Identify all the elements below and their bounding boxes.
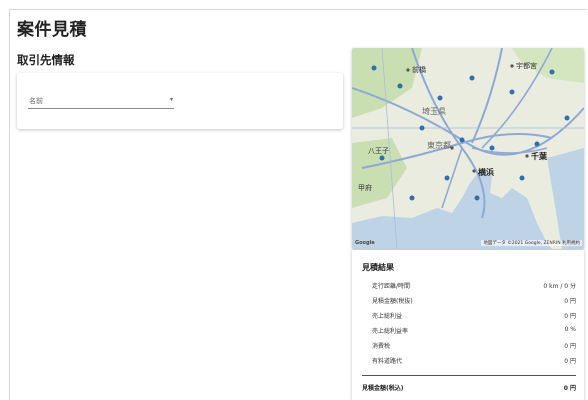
- map-highway-marker: [437, 95, 443, 101]
- map-highway-marker: [419, 125, 425, 131]
- map-highway-marker: [564, 115, 570, 121]
- results-divider: [362, 375, 576, 376]
- results-title: 見積結果: [362, 263, 394, 272]
- chevron-down-icon: ▾: [169, 96, 173, 103]
- map-highway-marker: [397, 83, 403, 89]
- map-label-saitama: 埼玉県: [422, 106, 446, 116]
- map-label-maebashi: 前橋: [412, 65, 426, 74]
- customer-section-title: 取引先情報: [17, 53, 75, 67]
- map-label-yokohama: 横浜: [478, 167, 494, 177]
- result-row-label: 見積金額(税抜): [372, 298, 413, 305]
- map-label-tokyo: 東京都: [427, 140, 451, 150]
- map-highway-marker: [371, 65, 377, 71]
- customer-card: 名前 ▾: [17, 73, 343, 129]
- result-row-estimate-excl-tax: 見積金額(税抜) 0 円: [372, 296, 576, 308]
- result-row-value: 0 円: [564, 358, 576, 365]
- map-highway-marker: [379, 155, 385, 161]
- result-total-incl-tax: 見積金額(税込) 0 円: [362, 383, 576, 395]
- map-label-kofu: 甲府: [358, 183, 372, 192]
- google-logo: Google: [355, 240, 375, 246]
- map-highway-marker: [409, 195, 415, 201]
- result-row-gross-margin: 売上総利益率 0 %: [372, 326, 576, 338]
- result-row-distance-time: 走行距離/時間 0 km / 0 分: [372, 281, 576, 293]
- result-row-label: 有料道路代: [372, 358, 403, 365]
- map-city-dot: [510, 64, 514, 68]
- result-row-toll: 有料道路代 0 円: [372, 356, 576, 368]
- map-canvas[interactable]: 前橋 宇都宮 埼玉県 東京都 八王子 千葉 横浜 甲府: [352, 48, 584, 249]
- estimate-results-card: 見積結果 走行距離/時間 0 km / 0 分 見積金額(税抜) 0 円 売上総…: [352, 250, 584, 400]
- map-highway-marker: [519, 175, 525, 181]
- map-highway-marker: [489, 145, 495, 151]
- map-highway-marker: [459, 137, 465, 143]
- map-label-chiba: 千葉: [531, 151, 548, 161]
- page-title: 案件見積: [17, 20, 87, 40]
- map-city-dot: [406, 68, 410, 72]
- result-row-value: 0 %: [564, 326, 576, 333]
- map-highway-marker: [549, 69, 555, 75]
- result-row-label: 消費税: [372, 343, 391, 350]
- route-map[interactable]: 前橋 宇都宮 埼玉県 東京都 八王子 千葉 横浜 甲府 Google 地図データ…: [352, 48, 584, 249]
- result-row-label: 走行距離/時間: [372, 283, 411, 290]
- map-city-dot: [525, 154, 529, 158]
- map-highway-marker: [534, 141, 540, 147]
- result-row-label: 売上総利益率: [372, 328, 409, 335]
- result-row-value: 0 円: [564, 343, 576, 350]
- result-row-value: 0 km / 0 分: [543, 283, 576, 290]
- result-row-value: 0 円: [564, 298, 576, 305]
- map-highway-marker: [469, 75, 475, 81]
- map-highway-marker: [474, 195, 480, 201]
- result-row-gross-profit: 売上総利益 0 円: [372, 311, 576, 323]
- map-highway-marker: [509, 89, 515, 95]
- map-attribution[interactable]: 地図データ ©2021 Google, ZENRIN 利用規約: [481, 240, 582, 246]
- map-city-dot: [472, 169, 476, 173]
- customer-name-select-label: 名前: [29, 97, 43, 105]
- result-total-label: 見積金額(税込): [362, 385, 404, 392]
- result-row-value: 0 円: [564, 313, 576, 320]
- map-highway-marker: [444, 175, 450, 181]
- result-row-consumption-tax: 消費税 0 円: [372, 341, 576, 353]
- customer-name-select[interactable]: 名前 ▾: [28, 93, 174, 109]
- result-total-value: 0 円: [563, 385, 576, 392]
- map-label-utsunomiya: 宇都宮: [516, 61, 537, 70]
- result-row-label: 売上総利益: [372, 313, 403, 320]
- map-label-hachioji: 八王子: [368, 147, 389, 155]
